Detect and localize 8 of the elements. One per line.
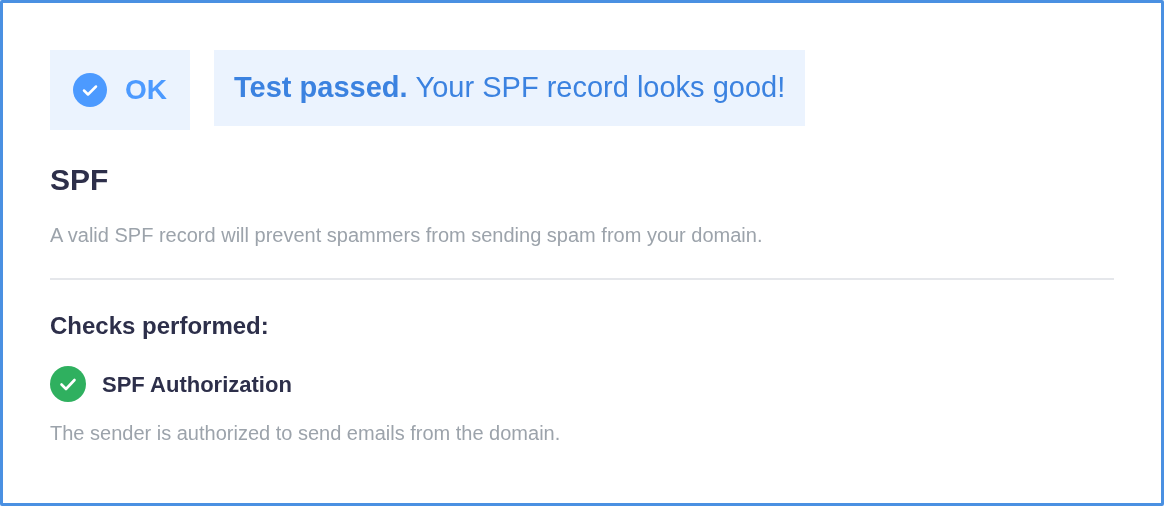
check-name: SPF Authorization: [102, 370, 292, 399]
checks-heading: Checks performed:: [50, 311, 270, 341]
status-label: OK: [125, 73, 167, 107]
check-detail: The sender is authorized to send emails from the domain.: [50, 421, 562, 446]
section-title: SPF: [50, 162, 110, 198]
result-message: Your SPF record looks good!: [415, 70, 786, 106]
result-headline: Test passed.: [234, 70, 408, 106]
section-description: A valid SPF record will prevent spammers from sending spam from your domain.: [50, 223, 764, 248]
